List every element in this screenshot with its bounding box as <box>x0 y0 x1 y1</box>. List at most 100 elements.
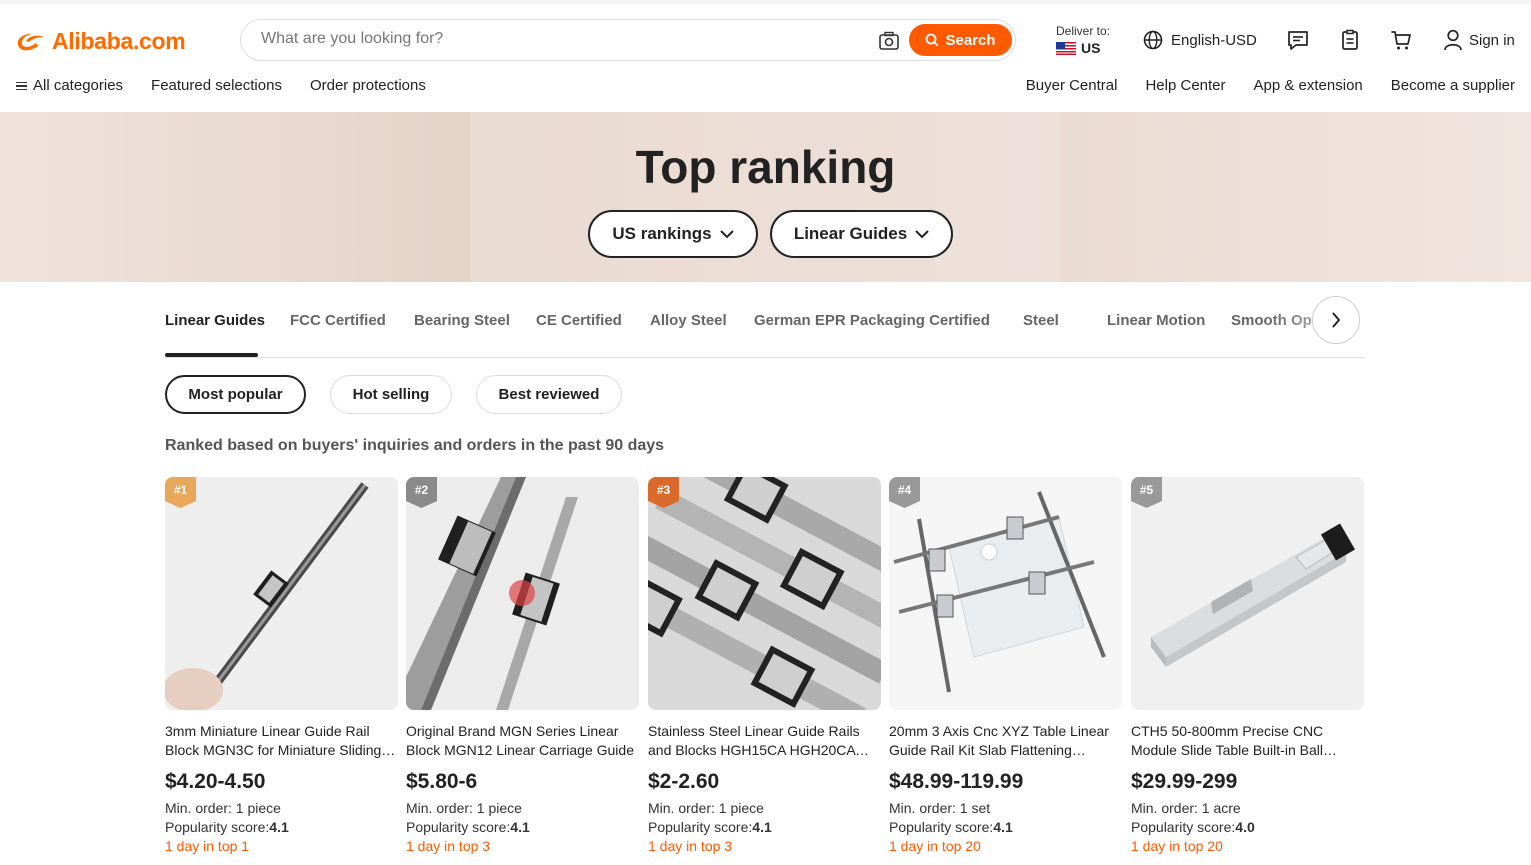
region-dropdown[interactable]: US rankings <box>588 210 758 258</box>
sign-in-label: Sign in <box>1469 31 1515 49</box>
deliver-label: Deliver to: <box>1056 24 1111 38</box>
language-label: English-USD <box>1171 31 1257 49</box>
tab-bearing-steel[interactable]: Bearing Steel <box>414 312 510 329</box>
product-moq: Min. order: 1 piece <box>406 800 522 816</box>
product-moq: Min. order: 1 piece <box>648 800 764 816</box>
menu-icon <box>16 81 27 91</box>
product-photo <box>889 477 1122 710</box>
become-supplier[interactable]: Become a supplier <box>1391 77 1515 94</box>
product-image[interactable]: #4 <box>889 477 1122 710</box>
app-extension[interactable]: App & extension <box>1254 77 1363 94</box>
product-card[interactable]: #1 3mm Miniature Linear Guide Rail Block… <box>165 477 398 854</box>
chevron-down-icon <box>915 229 929 238</box>
tabs-next-button[interactable] <box>1312 296 1360 344</box>
search-input[interactable] <box>261 30 861 48</box>
product-moq: Min. order: 1 set <box>889 800 991 816</box>
language-selector[interactable]: English-USD <box>1143 30 1257 50</box>
product-popularity: Popularity score:4.1 <box>165 819 289 835</box>
product-card[interactable]: #3 Stainless Steel Linear Guide Rails an… <box>648 477 881 854</box>
rank-badge: #2 <box>406 477 437 508</box>
page-title: Top ranking <box>635 141 896 193</box>
order-protections[interactable]: Order protections <box>310 77 426 94</box>
featured-selections[interactable]: Featured selections <box>151 77 282 94</box>
product-title[interactable]: 20mm 3 Axis Cnc XYZ Table Linear Guide R… <box>889 722 1122 760</box>
tab-german-epr[interactable]: German EPR Packaging Certified <box>754 312 990 329</box>
category-tabs: Linear Guides FCC Certified Bearing Stee… <box>165 296 1425 358</box>
tab-alloy-steel[interactable]: Alloy Steel <box>650 312 727 329</box>
rank-badge: #1 <box>165 477 196 508</box>
sort-most-popular[interactable]: Most popular <box>165 375 306 414</box>
product-popularity: Popularity score:4.1 <box>889 819 1013 835</box>
product-card[interactable]: #5 CTH5 50-800mm Precise CNC Module Slid… <box>1131 477 1364 854</box>
orders-icon[interactable] <box>1339 29 1361 51</box>
rank-badge: #5 <box>1131 477 1162 508</box>
product-popularity: Popularity score:4.1 <box>648 819 772 835</box>
tab-fcc-certified[interactable]: FCC Certified <box>290 312 386 329</box>
tab-linear-motion[interactable]: Linear Motion <box>1107 312 1205 329</box>
category-dropdown[interactable]: Linear Guides <box>770 210 953 258</box>
product-title[interactable]: Original Brand MGN Series Linear Block M… <box>406 722 639 760</box>
product-image[interactable]: #1 <box>165 477 398 710</box>
search-icon <box>926 33 940 47</box>
active-tab-indicator <box>165 353 258 357</box>
deliver-to[interactable]: Deliver to: US <box>1056 24 1110 56</box>
product-photo <box>1131 477 1364 710</box>
sort-hot-selling[interactable]: Hot selling <box>330 375 452 414</box>
banner-decoration <box>470 112 1060 282</box>
category-dropdown-label: Linear Guides <box>793 224 908 243</box>
region-dropdown-label: US rankings <box>612 224 712 243</box>
logo[interactable]: Alibaba.com <box>14 26 186 56</box>
globe-icon <box>1143 30 1163 50</box>
top-ranking-banner: Top ranking US rankings Linear Guides <box>0 112 1531 282</box>
all-categories[interactable]: All categories <box>16 77 123 94</box>
product-top-duration: 1 day in top 20 <box>1131 838 1223 854</box>
cart-icon[interactable] <box>1390 29 1412 51</box>
tab-linear-guides[interactable]: Linear Guides <box>165 312 265 329</box>
search-button-label: Search <box>945 31 996 49</box>
product-top-duration: 1 day in top 20 <box>889 838 981 854</box>
chevron-right-icon <box>1332 312 1341 328</box>
product-image[interactable]: #5 <box>1131 477 1364 710</box>
product-price: $4.20-4.50 <box>165 770 266 793</box>
subnav-left: All categories Featured selections Order… <box>16 77 426 94</box>
sign-in[interactable]: Sign in <box>1443 29 1515 51</box>
rank-badge: #4 <box>889 477 920 508</box>
product-moq: Min. order: 1 piece <box>165 800 281 816</box>
subnav-right: Buyer Central Help Center App & extensio… <box>1026 77 1515 94</box>
chevron-down-icon <box>719 229 734 238</box>
message-icon[interactable] <box>1287 29 1309 51</box>
product-top-duration: 1 day in top 3 <box>648 838 733 854</box>
product-popularity: Popularity score:4.0 <box>1131 819 1255 835</box>
product-price: $29.99-299 <box>1131 770 1238 793</box>
deliver-country: US <box>1081 40 1101 56</box>
product-popularity: Popularity score:4.1 <box>406 819 530 835</box>
product-card[interactable]: #4 20mm 3 Axis Cnc XYZ Table Linear Guid… <box>889 477 1122 854</box>
us-flag-icon <box>1056 41 1076 55</box>
product-title[interactable]: 3mm Miniature Linear Guide Rail Block MG… <box>165 722 398 760</box>
sort-best-reviewed[interactable]: Best reviewed <box>476 375 622 414</box>
help-center[interactable]: Help Center <box>1145 77 1225 94</box>
product-photo <box>406 477 639 710</box>
top-strip <box>0 0 1531 4</box>
product-image[interactable]: #2 <box>406 477 639 710</box>
product-price: $48.99-119.99 <box>889 770 1024 793</box>
product-price: $2-2.60 <box>648 770 720 793</box>
product-price: $5.80-6 <box>406 770 478 793</box>
tab-steel[interactable]: Steel <box>1023 312 1059 329</box>
search-button[interactable]: Search <box>909 24 1012 56</box>
product-card[interactable]: #2 Original Brand MGN Series Linear Bloc… <box>406 477 639 854</box>
camera-icon[interactable] <box>878 31 900 51</box>
product-top-duration: 1 day in top 1 <box>165 838 250 854</box>
logo-text: Alibaba.com <box>52 27 186 54</box>
rank-badge: #3 <box>648 477 679 508</box>
alibaba-logo-icon <box>17 33 44 51</box>
product-image[interactable]: #3 <box>648 477 881 710</box>
product-photo <box>648 477 881 710</box>
product-title[interactable]: Stainless Steel Linear Guide Rails and B… <box>648 722 881 760</box>
product-top-duration: 1 day in top 3 <box>406 838 491 854</box>
user-icon <box>1444 29 1462 51</box>
tab-ce-certified[interactable]: CE Certified <box>536 312 622 329</box>
product-photo <box>165 477 398 710</box>
product-title[interactable]: CTH5 50-800mm Precise CNC Module Slide T… <box>1131 722 1364 760</box>
buyer-central[interactable]: Buyer Central <box>1026 77 1118 94</box>
